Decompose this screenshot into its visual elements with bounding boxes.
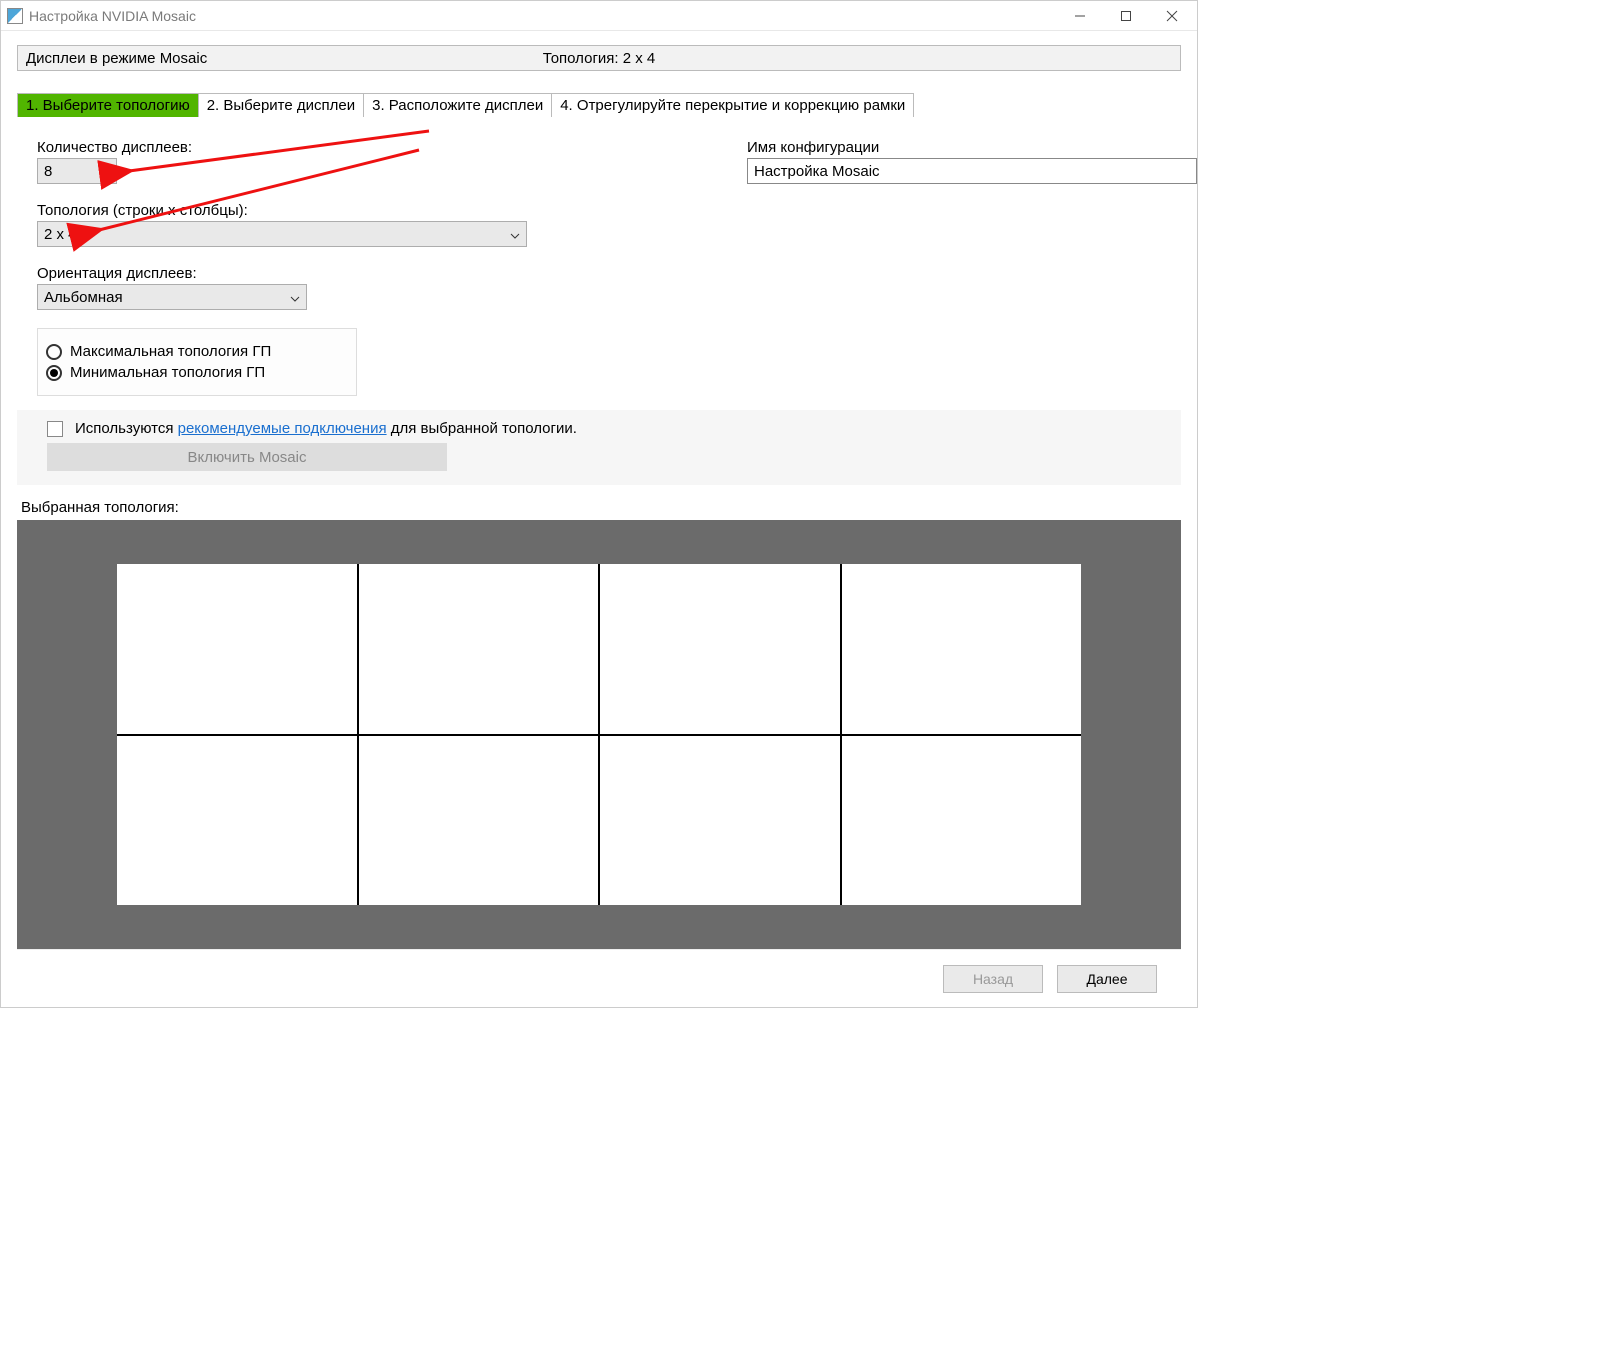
display-count-value: 8 <box>44 163 52 180</box>
radio-icon <box>46 344 62 360</box>
radio-max-gpu[interactable]: Максимальная топология ГП <box>46 343 348 360</box>
left-column: Количество дисплеев: 8 Топология (строки… <box>37 139 527 396</box>
radio-max-label: Максимальная топология ГП <box>70 343 271 360</box>
tab-topology[interactable]: 1. Выберите топологию <box>17 93 199 117</box>
topology-select[interactable]: 2 x 4 <box>37 221 527 247</box>
next-button[interactable]: Далее <box>1057 965 1157 993</box>
gpu-topology-group: Максимальная топология ГП Минимальная то… <box>37 328 357 396</box>
chevron-down-icon <box>510 226 520 243</box>
orientation-value: Альбомная <box>44 289 123 306</box>
display-cell <box>359 736 599 906</box>
display-count-select[interactable]: 8 <box>37 158 117 184</box>
radio-min-gpu[interactable]: Минимальная топология ГП <box>46 364 348 381</box>
app-icon <box>7 8 23 24</box>
selected-topology-label: Выбранная топология: <box>17 499 1181 516</box>
display-count-label: Количество дисплеев: <box>37 139 527 156</box>
close-button[interactable] <box>1149 1 1195 31</box>
recommended-link[interactable]: рекомендуемые подключения <box>178 420 387 437</box>
header-bar: Дисплеи в режиме Mosaic Топология: 2 x 4 <box>17 45 1181 71</box>
back-button[interactable]: Назад <box>943 965 1043 993</box>
titlebar: Настройка NVIDIA Mosaic <box>1 1 1197 31</box>
tab-displays[interactable]: 2. Выберите дисплеи <box>198 93 364 117</box>
display-cell <box>842 564 1082 734</box>
content-area: Дисплеи в режиме Mosaic Топология: 2 x 4… <box>1 31 1197 1007</box>
window-controls <box>1057 1 1195 31</box>
config-name-label: Имя конфигурации <box>747 139 1197 156</box>
display-cell <box>117 736 357 906</box>
recommended-checkbox[interactable] <box>47 421 63 437</box>
display-cell <box>117 564 357 734</box>
chevron-down-icon <box>100 163 110 180</box>
header-topology-label: Топология: 2 x 4 <box>543 50 656 67</box>
orientation-select[interactable]: Альбомная <box>37 284 307 310</box>
display-grid <box>117 564 1081 905</box>
form-area: Количество дисплеев: 8 Топология (строки… <box>17 139 1181 396</box>
enable-mosaic-button[interactable]: Включить Mosaic <box>47 443 447 471</box>
recommended-text: Используются рекомендуемые подключения д… <box>75 420 577 437</box>
topology-label: Топология (строки x столбцы): <box>37 202 527 219</box>
right-column: Имя конфигурации Настройка Mosaic <box>747 139 1197 396</box>
tab-overlap[interactable]: 4. Отрегулируйте перекрытие и коррекцию … <box>551 93 914 117</box>
minimize-button[interactable] <box>1057 1 1103 31</box>
maximize-button[interactable] <box>1103 1 1149 31</box>
recommended-box: Используются рекомендуемые подключения д… <box>17 410 1181 485</box>
display-cell <box>359 564 599 734</box>
chevron-down-icon <box>290 289 300 306</box>
rec-prefix: Используются <box>75 420 173 437</box>
orientation-label: Ориентация дисплеев: <box>37 265 527 282</box>
display-cell <box>600 564 840 734</box>
config-name-value: Настройка Mosaic <box>754 163 880 180</box>
display-cell <box>842 736 1082 906</box>
radio-min-label: Минимальная топология ГП <box>70 364 265 381</box>
display-cell <box>600 736 840 906</box>
radio-icon <box>46 365 62 381</box>
rec-suffix: для выбранной топологии. <box>391 420 577 437</box>
wizard-tabs: 1. Выберите топологию 2. Выберите диспле… <box>17 93 1181 117</box>
topology-preview <box>17 520 1181 949</box>
config-name-input[interactable]: Настройка Mosaic <box>747 158 1197 184</box>
window-title: Настройка NVIDIA Mosaic <box>29 8 196 24</box>
footer: Назад Далее <box>17 949 1181 1007</box>
header-mode-label: Дисплеи в режиме Mosaic <box>26 50 207 67</box>
tab-arrange[interactable]: 3. Расположите дисплеи <box>363 93 552 117</box>
topology-value: 2 x 4 <box>44 226 77 243</box>
mosaic-window: Настройка NVIDIA Mosaic Дисплеи в режиме… <box>0 0 1198 1008</box>
